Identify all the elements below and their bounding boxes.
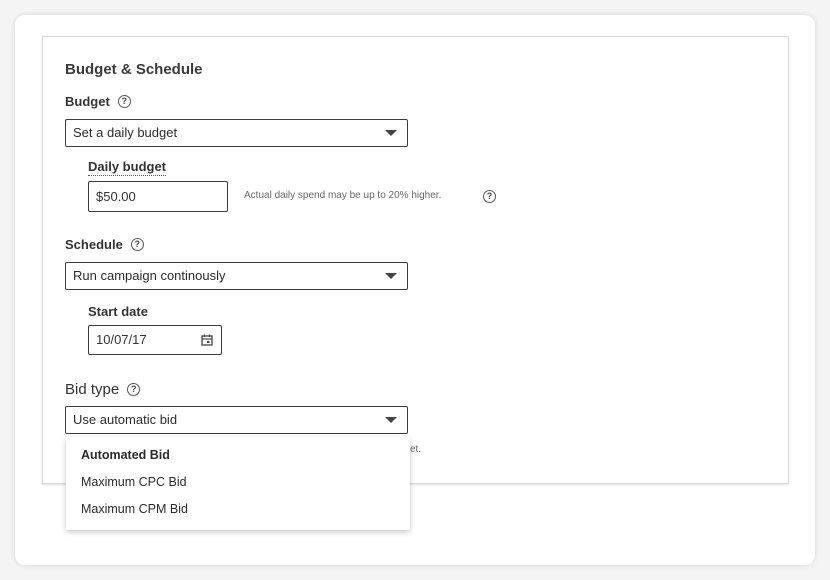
bid-type-select-value: Use automatic bid bbox=[73, 412, 178, 427]
bid-type-hint-fragment: et. bbox=[410, 444, 422, 455]
budget-help-icon[interactable]: ? bbox=[117, 95, 131, 108]
bid-type-select[interactable]: Use automatic bid bbox=[65, 406, 408, 434]
section-title: Budget & Schedule bbox=[65, 61, 203, 78]
bid-type-dropdown: Automated Bid Maximum CPC Bid Maximum CP… bbox=[66, 437, 410, 530]
calendar-icon[interactable] bbox=[201, 334, 213, 346]
budget-select-value: Set a daily budget bbox=[73, 125, 178, 140]
bid-type-label-row: Bid type ? bbox=[65, 381, 141, 398]
daily-budget-hint: Actual daily spend may be up to 20% high… bbox=[244, 190, 442, 201]
schedule-help-icon[interactable]: ? bbox=[130, 238, 144, 251]
start-date-input[interactable]: 10/07/17 bbox=[88, 325, 222, 355]
budget-label-row: Budget ? bbox=[65, 94, 131, 109]
dropdown-option-max-cpm-bid[interactable]: Maximum CPM Bid bbox=[81, 502, 188, 516]
dropdown-option-automated-bid[interactable]: Automated Bid bbox=[81, 448, 170, 462]
schedule-label: Schedule bbox=[65, 237, 123, 252]
budget-select[interactable]: Set a daily budget bbox=[65, 119, 408, 147]
bid-type-help-icon[interactable]: ? bbox=[127, 383, 141, 396]
schedule-select[interactable]: Run campaign continously bbox=[65, 262, 408, 290]
chevron-down-icon bbox=[385, 130, 397, 136]
chevron-down-icon bbox=[385, 273, 397, 279]
dropdown-option-max-cpc-bid[interactable]: Maximum CPC Bid bbox=[81, 475, 187, 489]
chevron-down-icon bbox=[385, 417, 397, 423]
daily-budget-input[interactable]: $50.00 bbox=[88, 181, 228, 212]
start-date-label: Start date bbox=[88, 304, 148, 319]
daily-budget-help-icon[interactable]: ? bbox=[483, 190, 496, 203]
schedule-label-row: Schedule ? bbox=[65, 237, 144, 252]
schedule-select-value: Run campaign continously bbox=[73, 268, 226, 283]
bid-type-label: Bid type bbox=[65, 381, 120, 398]
daily-budget-label: Daily budget bbox=[88, 159, 167, 176]
budget-label: Budget bbox=[65, 94, 110, 109]
